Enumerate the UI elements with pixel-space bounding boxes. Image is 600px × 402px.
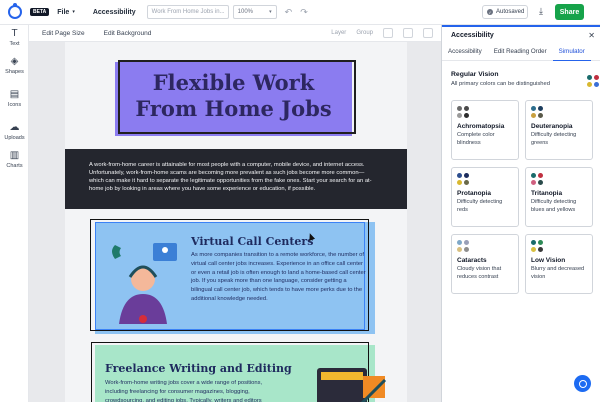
rail-item-icons[interactable]: ▤ Icons	[0, 89, 29, 109]
accessibility-menu[interactable]: Accessibility	[93, 9, 136, 16]
text-icon: T	[11, 28, 18, 39]
heart-icon	[139, 315, 147, 323]
rail-item-label: Uploads	[4, 135, 25, 141]
simulator-card-protanopia[interactable]: Protanopia Difficulty detecting reds	[451, 167, 519, 227]
card-description: Difficulty detecting reds	[457, 199, 503, 213]
close-icon[interactable]: ✕	[588, 31, 595, 40]
intro-paragraph[interactable]: A work-from-home career is attainable fo…	[89, 161, 379, 193]
color-swatch-icon	[531, 240, 543, 252]
card-title: Low Vision	[531, 257, 566, 264]
edit-page-size-button[interactable]: Edit Page Size	[42, 30, 85, 37]
simulator-card-achromatopsia[interactable]: Achromatopsia Complete color blindness	[451, 100, 519, 160]
beta-badge: BETA	[30, 8, 50, 16]
call-center-heading[interactable]: Virtual Call Centers	[191, 235, 313, 248]
icons-icon: ▤	[9, 89, 20, 100]
sticky-note-icon	[363, 376, 385, 398]
share-button[interactable]: Share	[555, 4, 584, 20]
title-line-1: Flexible Work	[152, 70, 315, 95]
rail-item-shapes[interactable]: ◈ Shapes	[0, 56, 29, 76]
copy-icon[interactable]	[403, 28, 413, 38]
writing-illustration[interactable]	[311, 362, 391, 402]
redo-icon[interactable]: ↷	[300, 7, 308, 18]
card-title: Protanopia	[457, 190, 491, 197]
color-swatch-icon	[457, 240, 469, 252]
chevron-down-icon: ▾	[269, 9, 272, 15]
simulator-card-deuteranopia[interactable]: Deuteranopia Difficulty detecting greens	[525, 100, 593, 160]
color-swatch-icon	[457, 173, 469, 185]
tab-simulator[interactable]: Simulator	[552, 43, 591, 61]
phone-icon	[112, 245, 121, 259]
rail-item-label: Text	[9, 41, 20, 47]
panel-header: Accessibility ✕	[442, 25, 600, 43]
download-icon[interactable]: ⤓	[539, 6, 543, 17]
design-canvas[interactable]: Flexible Work From Home Jobs A work-from…	[29, 42, 441, 402]
rail-item-text[interactable]: T Text	[0, 28, 29, 48]
simulator-card-tritanopia[interactable]: Tritanopia Difficulty detecting blues an…	[525, 167, 593, 227]
card-description: Blurry and decreased vision	[531, 266, 585, 280]
card-description: Cloudy vision that reduces contrast	[457, 266, 502, 280]
regular-vision-colors-icon	[587, 75, 599, 87]
page-title[interactable]: Flexible Work From Home Jobs	[115, 70, 352, 122]
regular-vision-title: Regular Vision	[451, 71, 499, 78]
left-rail: T Text ◈ Shapes ▤ Icons ☁ Uploads ▥ Char…	[0, 25, 29, 402]
file-menu-label: File	[57, 8, 70, 16]
edit-background-button[interactable]: Edit Background	[104, 30, 152, 37]
rail-item-label: Charts	[6, 163, 23, 169]
duplicate-icon[interactable]	[383, 28, 393, 38]
undo-icon[interactable]: ↶	[285, 7, 293, 18]
layer-button[interactable]: Layer	[331, 30, 346, 36]
app-logo-icon[interactable]	[8, 3, 22, 19]
notebook-header	[321, 372, 363, 380]
zoom-value: 100%	[237, 9, 253, 15]
rail-item-uploads[interactable]: ☁ Uploads	[0, 122, 29, 142]
tab-accessibility[interactable]: Accessibility	[442, 43, 488, 61]
freelance-body[interactable]: Work-from-home writing jobs cover a wide…	[105, 379, 275, 402]
document-title-input[interactable]: Work From Home Jobs in...	[146, 5, 229, 19]
rail-item-label: Icons	[7, 102, 22, 108]
tab-edit-reading-order[interactable]: Edit Reading Order	[488, 43, 553, 61]
chevron-down-icon: ▾	[72, 9, 75, 15]
help-chat-button[interactable]	[574, 375, 591, 392]
toolbar-right-group: Layer Group	[331, 28, 433, 38]
file-menu[interactable]: File ▾	[57, 9, 75, 16]
help-icon	[578, 379, 587, 388]
user-badge-icon	[162, 247, 168, 253]
card-title: Deuteranopia	[531, 123, 573, 130]
freelance-heading[interactable]: Freelance Writing and Editing	[105, 362, 292, 375]
group-button[interactable]: Group	[356, 30, 373, 36]
infographic-page[interactable]: Flexible Work From Home Jobs A work-from…	[65, 42, 407, 402]
trash-icon[interactable]	[423, 28, 433, 38]
call-center-agent-illustration[interactable]	[105, 229, 185, 324]
panel-title: Accessibility	[451, 31, 494, 39]
shapes-icon: ◈	[10, 56, 19, 67]
autosaved-status: ✓ Autosaved	[482, 5, 528, 19]
regular-vision-desc: All primary colors can be distinguished	[451, 81, 550, 87]
autosaved-label: Autosaved	[496, 9, 525, 15]
card-title: Cataracts	[457, 257, 487, 264]
rail-item-label: Shapes	[5, 69, 24, 75]
simulator-card-low-vision[interactable]: Low Vision Blurry and decreased vision	[525, 234, 593, 294]
zoom-select[interactable]: 100% ▾	[232, 5, 277, 19]
canvas-toolbar: Edit Page Size Edit Background Layer Gro…	[29, 25, 441, 42]
card-description: Complete color blindness	[457, 132, 495, 146]
check-icon: ✓	[487, 9, 493, 15]
color-swatch-icon	[531, 173, 543, 185]
color-swatch-icon	[531, 106, 543, 118]
card-description: Difficulty detecting greens	[531, 132, 577, 146]
color-swatch-icon	[457, 106, 469, 118]
upload-icon: ☁	[9, 122, 20, 133]
chart-icon: ▥	[9, 150, 20, 161]
card-description: Difficulty detecting blues and yellows	[531, 199, 577, 213]
top-bar: BETA File ▾ Accessibility Work From Home …	[0, 0, 600, 25]
rail-item-charts[interactable]: ▥ Charts	[0, 150, 29, 170]
accessibility-panel: Accessibility ✕ Accessibility Edit Readi…	[441, 25, 600, 402]
call-center-body[interactable]: As more companies transition to a remote…	[191, 251, 366, 304]
simulator-card-cataracts[interactable]: Cataracts Cloudy vision that reduces con…	[451, 234, 519, 294]
title-line-2: From Home Jobs	[135, 96, 332, 121]
panel-tabs: Accessibility Edit Reading Order Simulat…	[442, 43, 600, 61]
card-title: Achromatopsia	[457, 123, 505, 130]
card-title: Tritanopia	[531, 190, 563, 197]
